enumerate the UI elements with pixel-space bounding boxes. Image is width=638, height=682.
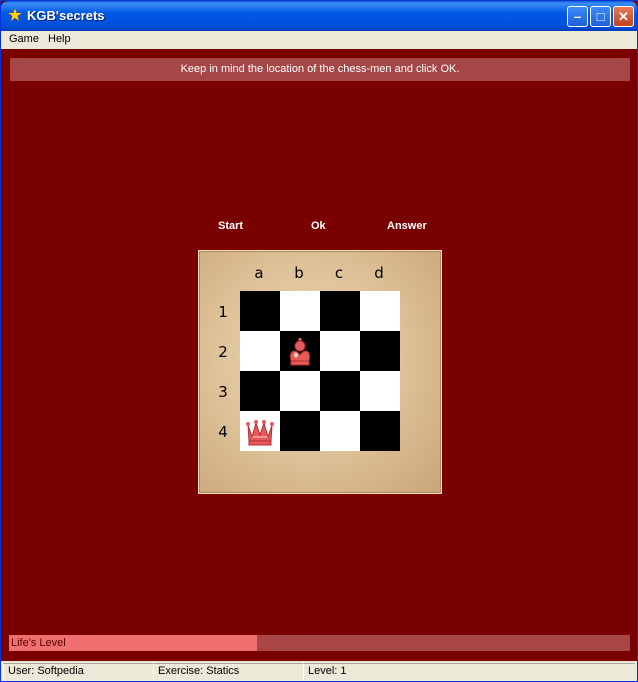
menu-help[interactable]: Help xyxy=(48,33,71,45)
red-star-icon: ★ xyxy=(8,7,22,24)
status-exercise: Exercise: Statics xyxy=(153,663,303,679)
square-c1[interactable] xyxy=(320,291,360,331)
app-window: ★ KGB'secrets – □ ✕ Game Help Keep in mi… xyxy=(0,0,638,682)
square-b4[interactable] xyxy=(280,411,320,451)
menu-bar: Game Help xyxy=(1,31,637,49)
square-c4[interactable] xyxy=(320,411,360,451)
status-user: User: Softpedia xyxy=(3,663,153,679)
queen-icon xyxy=(240,411,280,451)
square-d1[interactable] xyxy=(360,291,400,331)
row-label-4: 4 xyxy=(218,423,228,441)
window-title: KGB'secrets xyxy=(27,8,105,23)
row-label-1: 1 xyxy=(218,303,228,321)
square-c3[interactable] xyxy=(320,371,360,411)
square-d2[interactable] xyxy=(360,331,400,371)
close-button[interactable]: ✕ xyxy=(613,6,634,27)
maximize-button[interactable]: □ xyxy=(590,6,611,27)
square-b1[interactable] xyxy=(280,291,320,331)
column-label-b: b xyxy=(294,264,304,282)
title-bar[interactable]: ★ KGB'secrets – □ ✕ xyxy=(1,1,637,31)
menu-game[interactable]: Game xyxy=(9,33,39,45)
row-label-3: 3 xyxy=(218,383,228,401)
instruction-message: Keep in mind the location of the chess-m… xyxy=(10,58,630,81)
square-b3[interactable] xyxy=(280,371,320,411)
square-a3[interactable] xyxy=(240,371,280,411)
column-label-a: a xyxy=(254,264,264,282)
square-c2[interactable] xyxy=(320,331,360,371)
row-label-2: 2 xyxy=(218,343,228,361)
start-button[interactable]: Start xyxy=(218,220,243,232)
minimize-button[interactable]: – xyxy=(567,6,588,27)
square-d3[interactable] xyxy=(360,371,400,411)
king-icon xyxy=(280,331,320,371)
column-label-d: d xyxy=(374,264,384,282)
square-a2[interactable] xyxy=(240,331,280,371)
status-bar: User: Softpedia Exercise: Statics Level:… xyxy=(1,661,637,681)
square-a1[interactable] xyxy=(240,291,280,331)
answer-button[interactable]: Answer xyxy=(387,220,427,232)
ok-button[interactable]: Ok xyxy=(311,220,326,232)
square-d4[interactable] xyxy=(360,411,400,451)
chess-board[interactable] xyxy=(240,291,400,451)
column-label-c: c xyxy=(334,264,344,282)
status-level: Level: 1 xyxy=(303,663,635,679)
life-level-bar: Life's Level xyxy=(9,635,630,651)
life-level-label: Life's Level xyxy=(11,637,66,649)
